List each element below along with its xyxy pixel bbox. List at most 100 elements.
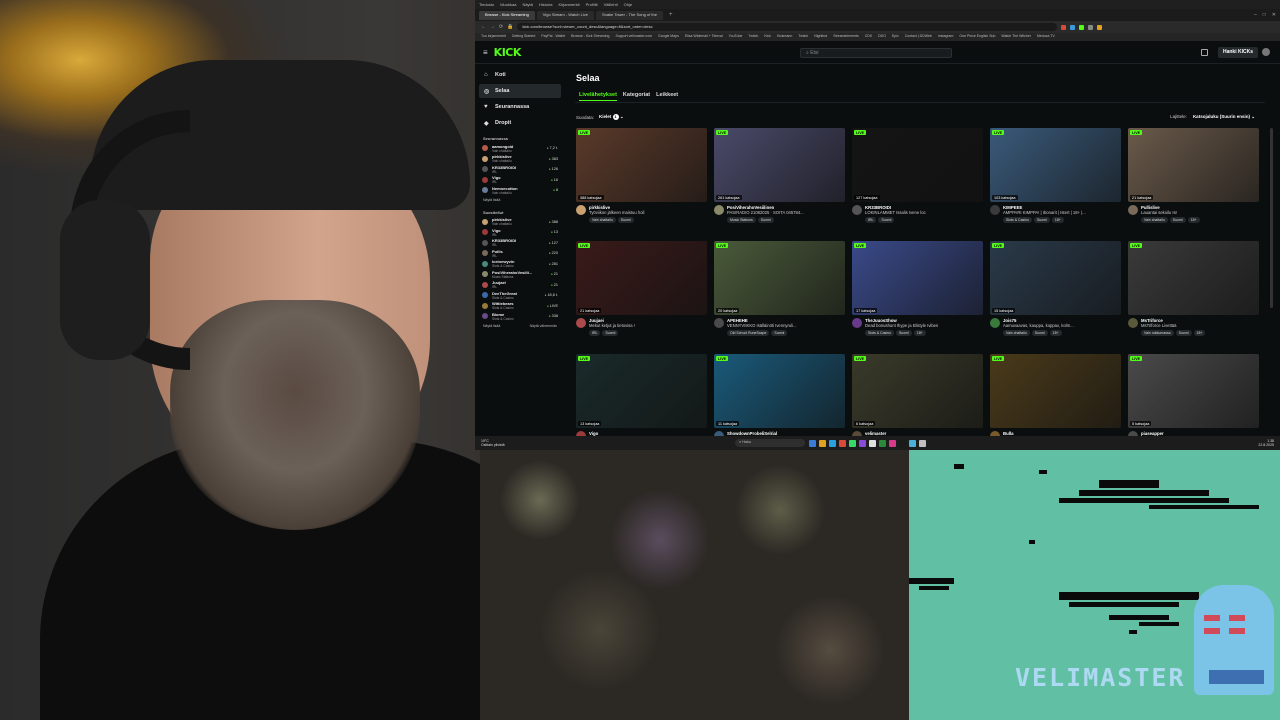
stream-thumbnail[interactable]: LIVE 261 katsojaa bbox=[714, 128, 845, 202]
stream-tag[interactable]: Music Stations bbox=[727, 217, 756, 223]
stream-tag[interactable]: 18+ bbox=[1193, 330, 1206, 336]
bookmark-item[interactable]: Tuo kirjanmerkit bbox=[481, 34, 506, 40]
menu-icon[interactable]: ≡ bbox=[483, 48, 488, 57]
theater-icon[interactable] bbox=[1201, 49, 1208, 56]
sidebar-channel[interactable]: NemnecottonVain chattailu8 bbox=[479, 185, 561, 196]
url-input[interactable]: kick.com/browse?sort=viewer_count_desc&l… bbox=[517, 23, 1058, 31]
stream-card[interactable]: LIVE 20 katsojaa APEHEHE VENNYVIIKKO Isällä… bbox=[714, 241, 845, 342]
tab-live[interactable]: Livelähetykset bbox=[579, 92, 617, 101]
avatar[interactable] bbox=[576, 205, 586, 215]
stream-thumbnail[interactable]: LIVE bbox=[1128, 241, 1259, 315]
search-input[interactable]: ⌕ Etsi bbox=[800, 48, 952, 58]
stream-tag[interactable]: IRL bbox=[589, 330, 601, 336]
sort-dropdown[interactable]: Katsojaluku (Suurin ensin) ⌄ bbox=[1193, 114, 1255, 120]
browser-menu-item[interactable]: Välilehti bbox=[604, 2, 618, 7]
reload-icon[interactable]: ⟳ bbox=[499, 24, 503, 30]
stream-tag[interactable]: 18+ bbox=[1051, 217, 1064, 223]
back-icon[interactable]: ← bbox=[481, 24, 486, 30]
bookmark-item[interactable]: Twitch bbox=[748, 34, 758, 40]
bookmark-item[interactable]: Instagram bbox=[938, 34, 954, 40]
bookmark-item[interactable]: Streamelements bbox=[833, 34, 858, 40]
avatar[interactable] bbox=[852, 205, 862, 215]
avatar[interactable] bbox=[576, 318, 586, 328]
bookmark-item[interactable]: Support velimaster.com bbox=[615, 34, 652, 40]
stream-tag[interactable]: Suomi bbox=[602, 330, 619, 336]
extension-icon[interactable] bbox=[1061, 24, 1067, 30]
bookmark-item[interactable]: YouTube bbox=[729, 34, 743, 40]
stream-thumbnail[interactable]: LIVE 21 katsojaa bbox=[1128, 128, 1259, 202]
browser-menu-item[interactable]: Tiedosto bbox=[479, 2, 494, 7]
browser-tab-0[interactable]: Browse - Kick Streaming bbox=[479, 10, 535, 20]
sidebar-channel[interactable]: JuujaeiIRL21 bbox=[479, 280, 561, 291]
browser-menu-item[interactable]: Näytä bbox=[522, 2, 532, 7]
taskbar-app-icon[interactable] bbox=[809, 439, 816, 447]
stream-tag[interactable]: Suomi bbox=[771, 330, 788, 336]
kick-logo[interactable]: KICK bbox=[494, 46, 522, 59]
tab-categories[interactable]: Kategoriat bbox=[623, 92, 650, 101]
stream-title[interactable]: VENNYVIIKKO Isälläinöti Ivennyruli... bbox=[727, 323, 842, 328]
stream-tag[interactable]: Suomi bbox=[878, 217, 895, 223]
taskbar-app-icon[interactable] bbox=[829, 439, 836, 447]
bookmark-item[interactable]: Getting Started bbox=[512, 34, 536, 40]
bookmark-item[interactable]: Epic bbox=[892, 34, 899, 40]
stream-tag[interactable]: Vain chattailu bbox=[1003, 330, 1030, 336]
sidebar-channel[interactable]: KR33BROIDIIRL126 bbox=[479, 164, 561, 175]
bookmark-item[interactable]: Elisa Widemail + Televal bbox=[685, 34, 723, 40]
taskbar-app-icon[interactable] bbox=[849, 439, 856, 447]
browser-menu-item[interactable]: Ohje bbox=[624, 2, 632, 7]
bookmark-item[interactable]: Watch The Witcher bbox=[1001, 34, 1031, 40]
extension-icon[interactable] bbox=[1079, 24, 1085, 30]
bookmark-item[interactable]: CDK bbox=[865, 34, 872, 40]
stream-title[interactable]: Lauantai sekoilu Isr bbox=[1141, 210, 1256, 215]
bookmark-item[interactable]: Kick bbox=[764, 34, 771, 40]
taskbar-app-icon[interactable] bbox=[899, 439, 906, 447]
browser-menu-item[interactable]: Muokkaa bbox=[500, 2, 516, 7]
bookmark-item[interactable]: Contact | DDWeb bbox=[905, 34, 932, 40]
taskbar-search-input[interactable]: ⌕ Haku bbox=[735, 439, 805, 447]
stream-card[interactable]: LIVE 388 katsojaa pirkkislive Työviikon jäl… bbox=[576, 128, 707, 229]
stream-tag[interactable]: Suomi bbox=[1175, 330, 1192, 336]
avatar[interactable] bbox=[1128, 205, 1138, 215]
stream-tag[interactable]: 18+ bbox=[1049, 330, 1062, 336]
sidebar-channel[interactable]: PullisIRL220 bbox=[479, 248, 561, 259]
sidebar-channel[interactable]: aamongoldVain chattailu7,2 t. bbox=[479, 143, 561, 154]
taskbar-app-icon[interactable] bbox=[889, 439, 896, 447]
close-icon[interactable]: ✕ bbox=[1272, 12, 1276, 18]
sidebar-channel[interactable]: DeeTheGreatSlots & Casino18,6 t. bbox=[479, 290, 561, 301]
taskbar-app-icon[interactable] bbox=[879, 439, 886, 447]
stream-tag[interactable]: Slots & Casino bbox=[865, 330, 894, 336]
following-show-more[interactable]: Näytä lisää bbox=[479, 196, 561, 204]
stream-thumbnail[interactable]: LIVE bbox=[990, 354, 1121, 428]
extension-icon[interactable] bbox=[1097, 24, 1103, 30]
bookmark-item[interactable]: Google Maps bbox=[658, 34, 679, 40]
bookmark-item[interactable]: PayPal - Wallet bbox=[541, 34, 565, 40]
sidebar-item-selaa[interactable]: ◎ Selaa bbox=[479, 84, 561, 98]
recommended-show-less[interactable]: Näytä vähemmän bbox=[530, 324, 557, 328]
stream-title[interactable]: Aamuvaavas, kauppa, koppax, kolm... bbox=[1003, 323, 1118, 328]
taskbar-clock[interactable]: 1.38 22.8.2025 bbox=[1258, 439, 1274, 447]
bookmark-item[interactable]: Twitch bbox=[798, 34, 808, 40]
avatar[interactable] bbox=[1128, 318, 1138, 328]
stream-title[interactable]: Mekut ketjut ja tietovisa ! bbox=[589, 323, 704, 328]
taskbar-app-icon[interactable] bbox=[919, 439, 926, 447]
stream-tag[interactable]: Vain chattailu bbox=[1141, 217, 1168, 223]
stream-thumbnail[interactable]: LIVE 15 katsojaa bbox=[990, 241, 1121, 315]
taskbar-app-icon[interactable] bbox=[839, 439, 846, 447]
browser-tab-2[interactable]: Snake Tower - The Song of the bbox=[595, 10, 663, 20]
browser-menu-item[interactable]: Profiilit bbox=[586, 2, 598, 7]
sidebar-channel[interactable]: WittiebearsSlots & CasinoLIVE bbox=[479, 301, 561, 312]
minimize-icon[interactable]: – bbox=[1254, 12, 1257, 18]
browser-menu-item[interactable]: Kirjanmerkit bbox=[558, 2, 579, 7]
recommended-show-more[interactable]: Näytä lisää bbox=[483, 324, 500, 328]
stream-card[interactable]: LIVE 21 katsojaa Juujaei Mekut ketjut ja ti… bbox=[576, 241, 707, 342]
sidebar-channel[interactable]: VigoIRL16 bbox=[479, 175, 561, 186]
page-scrollbar[interactable] bbox=[1270, 128, 1273, 308]
stream-title[interactable]: Dead bonushunt Ihype ja Elistyle Ivibes bbox=[865, 323, 980, 328]
stream-tag[interactable]: Suomi bbox=[1033, 217, 1050, 223]
stream-tag[interactable]: 18+ bbox=[1187, 217, 1200, 223]
taskbar-app-icon[interactable] bbox=[869, 439, 876, 447]
taskbar-app-icon[interactable] bbox=[909, 439, 916, 447]
avatar[interactable] bbox=[852, 318, 862, 328]
taskbar-app-icon[interactable] bbox=[819, 439, 826, 447]
forward-icon[interactable]: → bbox=[490, 24, 495, 30]
